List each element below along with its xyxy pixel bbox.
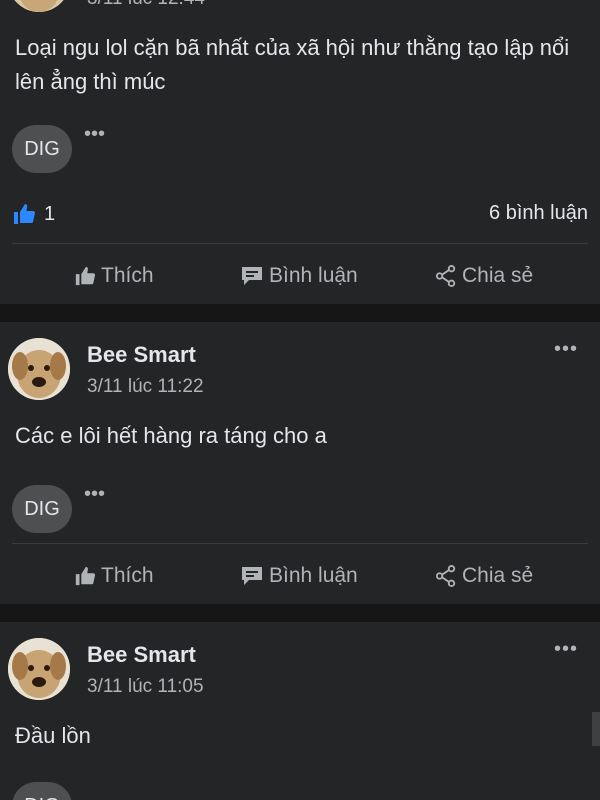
- like-button[interactable]: Thích: [74, 553, 154, 599]
- comment-count[interactable]: 6 bình luận: [489, 202, 588, 225]
- like-badge-icon: [14, 204, 35, 224]
- post-content: Các e lôi hết hàng ra táng cho a: [15, 423, 327, 448]
- post-time: 3/11 lúc 12:44: [87, 0, 205, 10]
- avatar[interactable]: [8, 638, 70, 700]
- more-options-icon[interactable]: •••: [554, 339, 578, 359]
- avatar[interactable]: [8, 0, 70, 12]
- more-icon[interactable]: •••: [84, 124, 105, 144]
- action-bar: Thích Bình luận Chia sẻ: [0, 253, 600, 299]
- post-author[interactable]: Bee Smart: [87, 642, 196, 668]
- more-icon[interactable]: •••: [84, 484, 105, 504]
- post-3: Bee Smart 3/11 lúc 11:05 ••• Đầu lồn DIG: [0, 622, 600, 800]
- comment-label: Bình luận: [269, 564, 358, 587]
- share-button[interactable]: Chia sẻ: [435, 253, 533, 299]
- scrollbar[interactable]: [592, 712, 600, 746]
- post-1: 3/11 lúc 12:44 Loại ngu lol cặn bã nhất …: [0, 0, 600, 304]
- comment-button[interactable]: Bình luận: [240, 553, 358, 599]
- avatar[interactable]: [8, 338, 70, 400]
- share-label: Chia sẻ: [462, 564, 534, 587]
- like-count-value: 1: [44, 202, 56, 225]
- divider: [12, 243, 588, 244]
- like-label: Thích: [101, 264, 154, 287]
- like-button[interactable]: Thích: [74, 253, 154, 299]
- reaction-chip-dig[interactable]: DIG: [12, 782, 72, 800]
- reaction-chip-dig[interactable]: DIG: [12, 485, 72, 533]
- divider: [12, 543, 588, 544]
- thumbs-up-icon: [75, 566, 96, 586]
- comment-bubble-icon: [242, 567, 262, 585]
- post-header: Bee Smart 3/11 lúc 11:22 •••: [8, 338, 592, 408]
- comment-label: Bình luận: [269, 264, 358, 287]
- share-button[interactable]: Chia sẻ: [435, 553, 533, 599]
- share-icon: [435, 565, 456, 587]
- post-content: Loại ngu lol cặn bã nhất của xã hội như …: [15, 35, 570, 94]
- post-2: Bee Smart 3/11 lúc 11:22 ••• Các e lôi h…: [0, 322, 600, 604]
- post-separator: [0, 604, 600, 622]
- action-bar: Thích Bình luận Chia sẻ: [0, 553, 600, 599]
- reaction-chip-dig[interactable]: DIG: [12, 125, 72, 173]
- share-label: Chia sẻ: [462, 264, 534, 287]
- more-options-icon[interactable]: •••: [554, 639, 578, 659]
- comment-bubble-icon: [242, 267, 262, 285]
- post-stats: 1 6 bình luận: [12, 202, 588, 232]
- post-separator: [0, 304, 600, 322]
- post-author[interactable]: Bee Smart: [87, 342, 196, 368]
- post-time[interactable]: 3/11 lúc 11:22: [87, 376, 204, 398]
- post-time[interactable]: 3/11 lúc 11:05: [87, 676, 204, 698]
- like-count[interactable]: 1: [12, 202, 55, 226]
- comment-button[interactable]: Bình luận: [240, 253, 358, 299]
- thumbs-up-icon: [75, 266, 96, 286]
- post-content: Đầu lồn: [15, 723, 91, 748]
- share-icon: [435, 265, 456, 287]
- like-label: Thích: [101, 564, 154, 587]
- post-header: Bee Smart 3/11 lúc 11:05 •••: [8, 638, 592, 708]
